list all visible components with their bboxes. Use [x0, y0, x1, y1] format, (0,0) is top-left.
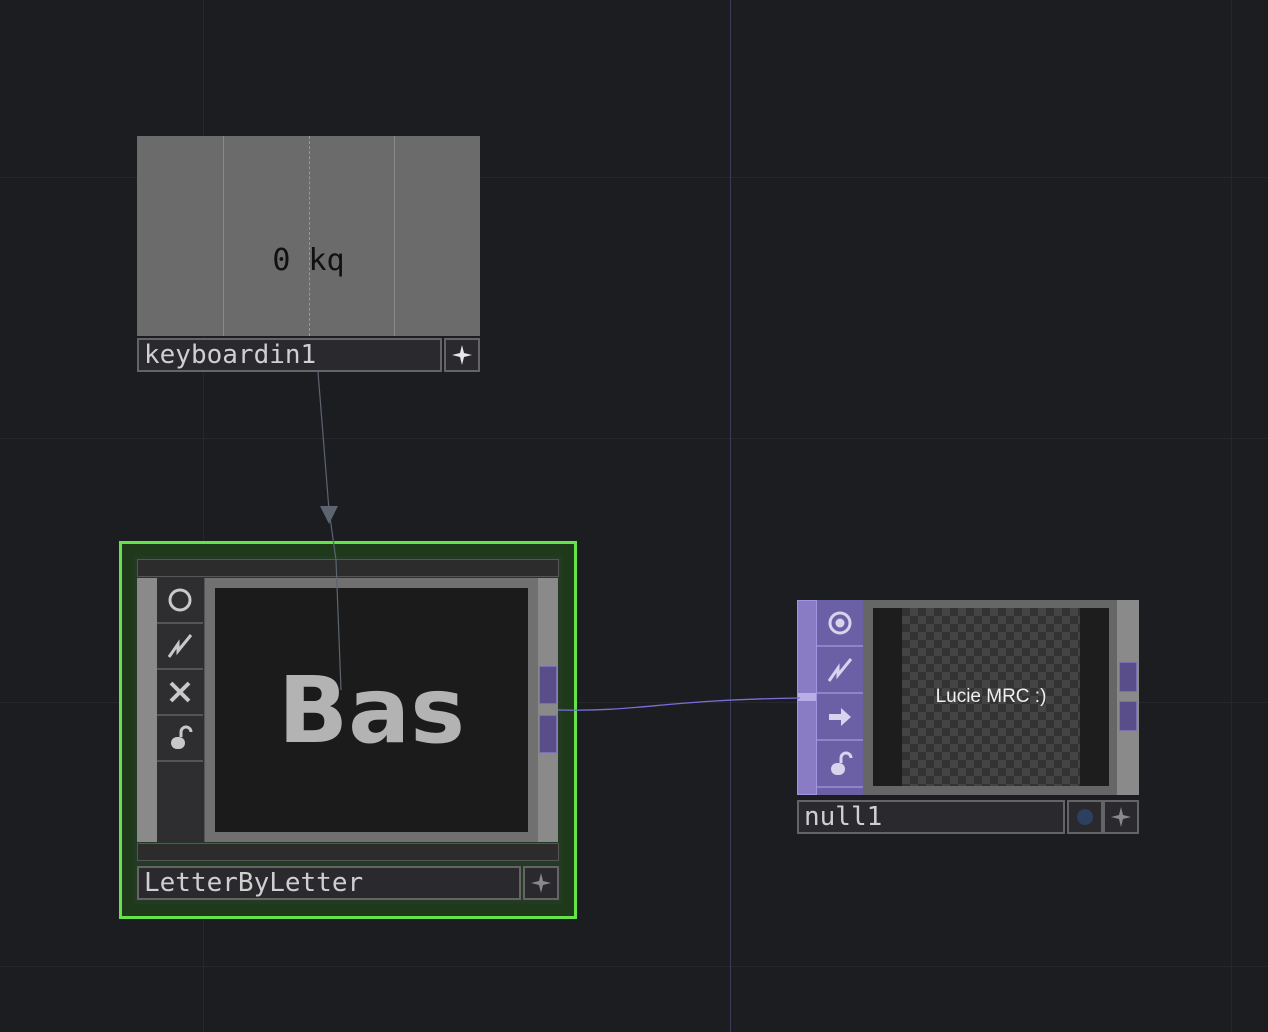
letterbyletter-viewer-text: Bas — [278, 656, 465, 764]
bypass-icon — [168, 588, 192, 612]
null1-input-bar[interactable] — [797, 600, 817, 795]
display-icon — [828, 611, 852, 634]
delete-button[interactable] — [157, 670, 203, 716]
display-button[interactable] — [817, 600, 863, 647]
letterbyletter-name-label[interactable]: LetterByLetter — [137, 866, 521, 900]
null1-output-connector[interactable] — [1119, 701, 1137, 731]
letterbyletter-footer-bar — [137, 843, 559, 861]
letterbyletter-output-connector[interactable] — [539, 715, 557, 753]
dot-icon — [1077, 809, 1093, 825]
letterbyletter-viewer-toggle-button[interactable] — [523, 866, 559, 900]
cook-button[interactable] — [157, 624, 203, 670]
cook-icon — [827, 657, 853, 682]
export-button[interactable] — [817, 694, 863, 741]
letterbyletter-output-connector[interactable] — [539, 666, 557, 704]
grid-line — [0, 966, 1268, 967]
null1-viewer-toggle-button[interactable] — [1103, 800, 1139, 834]
keyboardin1-node[interactable]: 0 kq keyboardin1 — [137, 136, 480, 374]
letterbyletter-output-bar — [538, 578, 558, 842]
lock-button[interactable] — [817, 741, 863, 788]
cook-button[interactable] — [817, 647, 863, 694]
null1-output-bar — [1117, 600, 1139, 795]
delete-icon — [169, 681, 191, 703]
keyboardin1-viewer-text: 0 kq — [272, 243, 345, 278]
letterbyletter-input-bar[interactable] — [137, 578, 157, 842]
grid-line — [1231, 0, 1232, 1032]
wire-arrow-icon — [320, 506, 338, 524]
keyboardin1-name-label[interactable]: keyboardin1 — [137, 338, 442, 372]
grid-line — [0, 438, 1268, 439]
lock-icon — [171, 725, 193, 749]
sparkle-icon — [1111, 807, 1131, 827]
letterbyletter-viewer[interactable]: Bas — [215, 588, 528, 832]
null1-viewer-text: Lucie MRC :) — [935, 686, 1047, 707]
viewer-divider — [223, 136, 224, 336]
sparkle-icon — [452, 345, 472, 365]
network-center-line — [730, 0, 731, 1032]
letterbyletter-toolbar — [157, 578, 205, 842]
lock-icon — [831, 751, 853, 775]
viewer-divider — [394, 136, 395, 336]
cook-icon — [167, 634, 193, 658]
viewer-divider — [309, 136, 311, 336]
null1-name-label[interactable]: null1 — [797, 800, 1065, 834]
export-icon — [829, 707, 851, 726]
null1-status-button[interactable] — [1067, 800, 1103, 834]
sparkle-icon — [531, 873, 551, 893]
null1-input-connector[interactable] — [798, 693, 816, 701]
lock-button[interactable] — [157, 716, 203, 762]
keyboardin1-viewer-toggle-button[interactable] — [444, 338, 480, 372]
keyboardin1-viewer[interactable]: 0 kq — [137, 136, 480, 336]
letterbyletter-header-bar — [137, 559, 559, 577]
bypass-button[interactable] — [157, 578, 203, 624]
null1-toolbar — [817, 600, 863, 795]
wire-letterbyletter-to-null1 — [557, 697, 801, 711]
null1-output-connector[interactable] — [1119, 662, 1137, 692]
